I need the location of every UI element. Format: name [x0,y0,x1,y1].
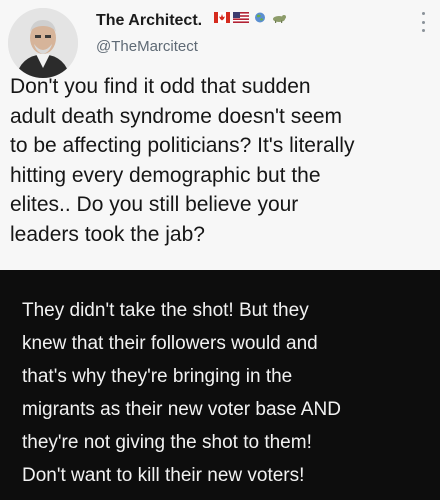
avatar-image [8,8,78,78]
reply-post: They didn't take the shot! But they knew… [0,270,440,500]
reply-text-line: migrants as their new voter base AND [22,399,341,420]
more-dot [421,12,425,15]
tweet-text: Don't you find it odd that sudden adult … [10,72,434,249]
tweet-text-line: elites.. Do you still believe your [10,193,299,216]
more-dot [421,20,425,24]
profile-badges [214,12,287,23]
reply-text: They didn't take the shot! But they knew… [22,294,432,492]
tweet-text-line: adult death syndrome doesn't seem [10,104,343,128]
more-dot [421,29,425,32]
tweet-text-line: hitting every demographic but the [10,163,321,187]
avatar[interactable] [8,8,78,78]
globe-icon [255,12,265,23]
display-name[interactable]: The Architect. [96,12,202,30]
canada-flag-icon [214,12,230,23]
reply-text-line: Don't want to kill their new voters! [22,465,305,486]
tweet-card: The Architect. @TheMarcitect Don't you f… [0,0,440,270]
animal-icon [273,15,286,23]
tweet-text-line: Don't you find it odd that sudden [10,75,311,98]
tweet-text-line: to be affecting politicians? It's litera… [10,134,355,157]
reply-text-line: knew that their followers would and [22,333,318,354]
reply-text-line: they're not giving the shot to them! [22,432,312,453]
reply-text-line: that's why they're bringing in the [22,366,293,387]
user-handle[interactable]: @TheMarcitect [96,38,198,55]
more-options-icon[interactable] [420,12,426,32]
tweet-text-line: leaders took the jab? [10,222,205,246]
reply-text-line: They didn't take the shot! But they [22,300,309,321]
usa-flag-icon [233,12,249,23]
